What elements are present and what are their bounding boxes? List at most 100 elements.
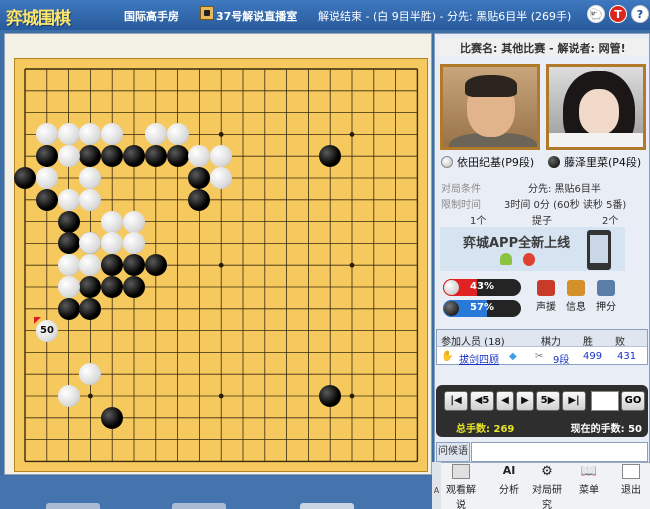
cheer-button[interactable]: 声援 bbox=[533, 280, 559, 314]
white-player-name: 依田纪基(P9段) bbox=[441, 154, 534, 170]
briefcase-icon bbox=[567, 280, 585, 296]
star-point bbox=[349, 132, 355, 137]
back-5-button[interactable]: ◀5 bbox=[470, 391, 494, 411]
move-counts: 总手数: 269 现在的手数: 50 bbox=[440, 419, 646, 435]
captured-label: 提子 bbox=[532, 216, 552, 227]
move-number-input[interactable] bbox=[591, 391, 619, 411]
last-move-marker: 50 bbox=[36, 320, 58, 342]
black-captured: 2个 bbox=[602, 216, 619, 227]
star-point bbox=[349, 262, 355, 268]
room-name: 国际高手房 bbox=[124, 10, 179, 23]
conditions-value: 分先: 黑贴6目半 bbox=[528, 184, 601, 195]
black-stone-icon bbox=[548, 156, 560, 168]
white-stone bbox=[57, 145, 80, 168]
bet-icon bbox=[597, 280, 615, 296]
back-1-button[interactable]: ◀ bbox=[496, 391, 514, 411]
white-stone-icon bbox=[441, 156, 453, 168]
white-stone bbox=[166, 123, 189, 146]
white-captured: 1个 bbox=[470, 216, 487, 227]
star-point bbox=[349, 393, 355, 399]
conditions-label: 对局条件 bbox=[441, 184, 481, 195]
exit-door-icon bbox=[622, 464, 640, 479]
help-button[interactable]: ? bbox=[631, 5, 649, 23]
black-stone bbox=[57, 297, 80, 320]
exit-button[interactable]: 退出 bbox=[614, 464, 648, 496]
menu-button[interactable]: 📖 菜单 bbox=[572, 464, 606, 496]
black-stone bbox=[144, 145, 167, 168]
title-bar: 弈城围棋 国际高手房 37号解说直播室 解说结束 - (白 9目半胜) - 分先… bbox=[0, 0, 650, 30]
time-limit-value: 3时间 0分 (60秒 读秒 5番) bbox=[504, 200, 627, 211]
chat-input[interactable] bbox=[471, 442, 648, 462]
app-window: 弈城围棋 国际高手房 37号解说直播室 解说结束 - (白 9目半胜) - 分先… bbox=[0, 0, 650, 509]
star-point bbox=[218, 132, 224, 137]
current-move: 现在的手数: 50 bbox=[570, 424, 642, 435]
black-win-rate: 57% bbox=[470, 302, 494, 313]
participant-name[interactable]: 拔剑四顾 bbox=[459, 351, 499, 366]
white-stone bbox=[123, 210, 145, 233]
ai-icon: AI bbox=[502, 464, 516, 477]
go-button[interactable]: GO bbox=[621, 391, 645, 411]
black-stone bbox=[101, 406, 124, 429]
star-point bbox=[88, 393, 93, 399]
white-stone bbox=[57, 188, 80, 211]
time-limit-label: 限制时间 bbox=[441, 200, 481, 211]
white-stone bbox=[57, 385, 80, 407]
go-board[interactable] bbox=[14, 58, 428, 472]
column-rank[interactable]: 棋力 bbox=[541, 333, 561, 348]
black-stone bbox=[123, 276, 145, 298]
user-hand-icon: ✋ bbox=[441, 351, 454, 362]
event-line: 比赛名: 其他比赛 - 解说者: 网管! bbox=[438, 38, 648, 56]
game-study-button[interactable]: ⚙ 对局研究 bbox=[530, 464, 564, 509]
bottom-tab[interactable] bbox=[172, 503, 226, 509]
participants-count: 参加人员 (18) bbox=[441, 337, 505, 348]
participant-losses: 431 bbox=[617, 351, 637, 362]
menu-book-icon: 📖 bbox=[580, 464, 598, 479]
bottom-tab[interactable] bbox=[46, 503, 100, 509]
column-losses[interactable]: 败 bbox=[615, 333, 625, 348]
participants-list: 参加人员 (18) 棋力 胜 败 ✋ 拔剑四顾 ◆ ✂ 9段 499 431 bbox=[436, 329, 648, 366]
toolbar-collapse-handle[interactable]: A bbox=[432, 462, 441, 509]
column-wins[interactable]: 胜 bbox=[583, 333, 593, 348]
sheep-mascot-icon[interactable]: 🐑 bbox=[587, 5, 605, 23]
forward-1-button[interactable]: ▶ bbox=[516, 391, 534, 411]
info-button[interactable]: 信息 bbox=[563, 280, 589, 314]
analysis-button[interactable]: AI 分析 bbox=[492, 464, 526, 496]
black-player-photo bbox=[546, 64, 646, 150]
bet-button[interactable]: 押分 bbox=[593, 280, 619, 314]
watch-commentary-button[interactable]: 观看解说 bbox=[444, 464, 478, 509]
list-item[interactable]: ✋ 拔剑四顾 ◆ ✂ 9段 499 431 bbox=[437, 348, 647, 366]
chat-greeting-label[interactable]: 问候语 bbox=[436, 442, 470, 462]
white-stone bbox=[57, 123, 80, 146]
star-point bbox=[218, 393, 224, 399]
scissors-icon: ✂ bbox=[535, 351, 544, 362]
broadcast-room-icon bbox=[200, 6, 214, 20]
white-stone bbox=[57, 276, 80, 298]
black-stone bbox=[166, 145, 189, 168]
forward-5-button[interactable]: 5▶ bbox=[536, 391, 560, 411]
bottom-tab[interactable] bbox=[300, 503, 354, 509]
game-result-status: 解说结束 - (白 9目半胜) - 分先: 黑贴6目半 (269手) bbox=[318, 10, 572, 23]
t-button[interactable]: T bbox=[609, 5, 627, 23]
book-icon bbox=[452, 464, 470, 479]
phone-icon bbox=[587, 230, 611, 270]
total-moves: 总手数: 269 bbox=[456, 424, 515, 435]
last-move-button[interactable]: ▶| bbox=[562, 391, 586, 411]
app-ad-text[interactable]: 弈城APP全新上线 bbox=[463, 232, 570, 251]
white-win-rate-bar: 43% bbox=[443, 279, 521, 296]
black-player-name: 藤泽里菜(P4段) bbox=[548, 154, 641, 170]
apple-icon bbox=[523, 253, 535, 266]
first-move-button[interactable]: |◀ bbox=[444, 391, 468, 411]
white-player-photo bbox=[440, 64, 540, 150]
diamond-icon: ◆ bbox=[509, 351, 517, 362]
black-stone bbox=[35, 188, 58, 211]
white-stone bbox=[57, 254, 80, 277]
android-icon bbox=[500, 253, 512, 265]
study-icon: ⚙ bbox=[541, 464, 553, 479]
black-win-rate-bar: 57% bbox=[443, 300, 521, 317]
participant-wins: 499 bbox=[583, 351, 603, 362]
white-stone bbox=[101, 210, 124, 233]
star-point bbox=[218, 262, 224, 268]
white-win-rate: 43% bbox=[470, 281, 494, 292]
cheer-icon bbox=[537, 280, 555, 296]
black-stone bbox=[57, 232, 80, 255]
